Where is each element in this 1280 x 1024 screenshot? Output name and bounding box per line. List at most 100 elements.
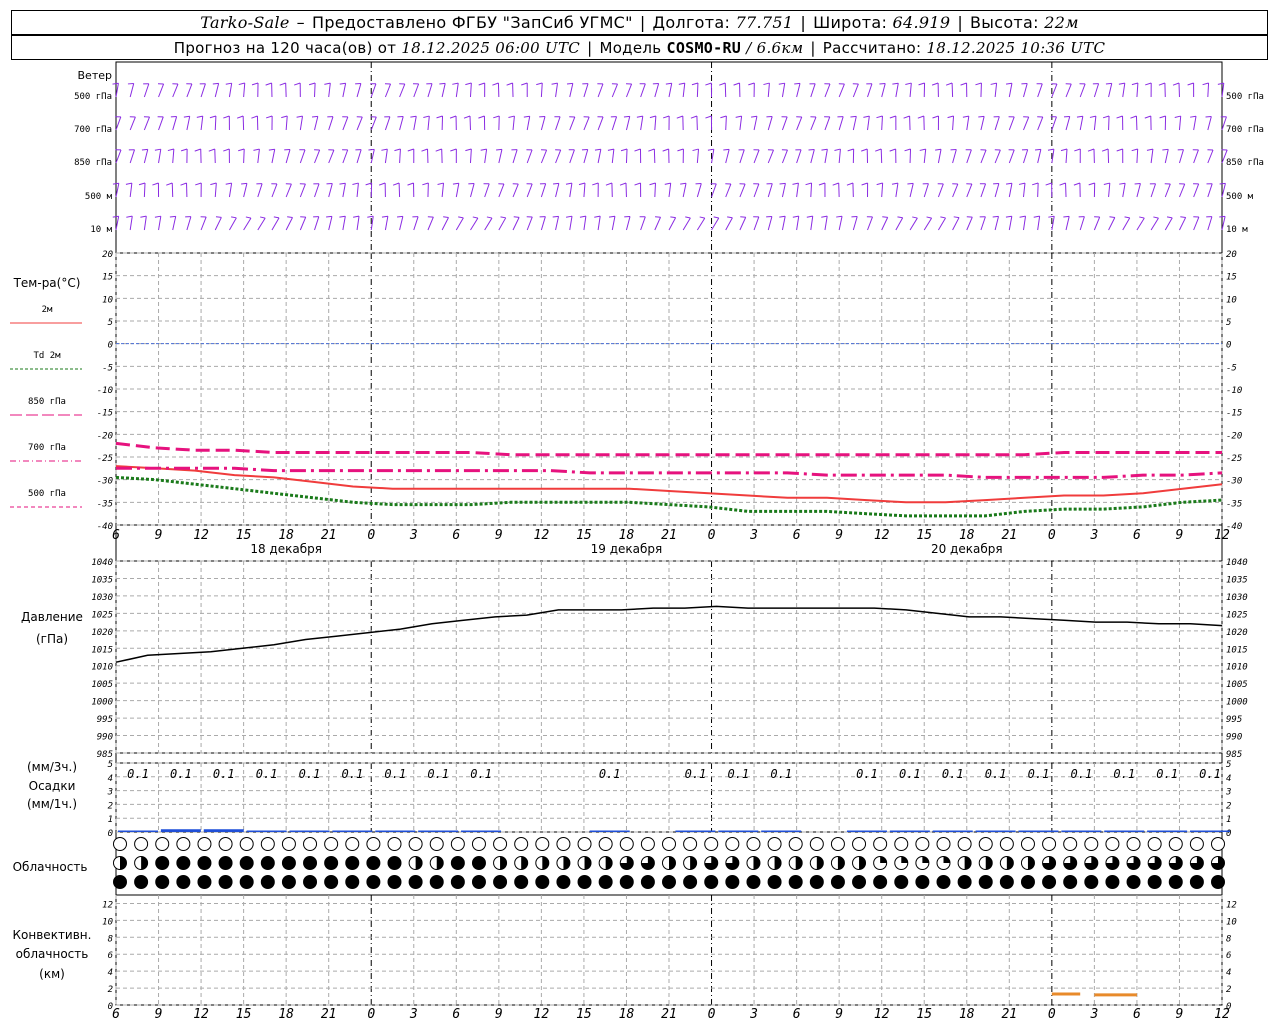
hour-label: 18 <box>959 1007 975 1022</box>
wind-barb-flag <box>918 82 925 86</box>
wind-level-right: 10 м <box>1226 225 1248 235</box>
wind-barb <box>895 183 899 198</box>
cloud-fill <box>500 856 507 870</box>
wind-barb-flag <box>352 182 359 185</box>
cloud-fill <box>1042 875 1056 889</box>
wind-barb-flag <box>1219 215 1226 218</box>
wind-barb <box>271 183 278 198</box>
wind-barb <box>1093 116 1097 131</box>
wind-barb-flag <box>1102 115 1110 119</box>
cloud-fill <box>1021 875 1035 889</box>
cloud-symbol <box>281 837 296 851</box>
hour-label: 15 <box>916 1007 932 1022</box>
wind-barb-flag <box>912 216 918 219</box>
wind-barb <box>583 116 590 131</box>
wind-barb <box>966 216 973 231</box>
temp-legend-label: 850 гПа <box>28 397 66 407</box>
wind-barb-flag <box>1005 182 1013 185</box>
cloud-fill <box>345 856 359 870</box>
wind-barb-flag <box>806 215 813 218</box>
pressure-tick-left: 995 <box>97 715 113 725</box>
cloud-fill <box>979 875 993 889</box>
wind-barb-flag <box>1131 82 1139 86</box>
wind-barb <box>583 216 587 231</box>
wind-barb-flag <box>253 148 260 151</box>
wind-barb-flag <box>619 182 627 186</box>
wind-barb <box>881 83 886 98</box>
precip-title: Осадки <box>29 779 76 793</box>
wind-barb-flag <box>932 115 939 119</box>
wind-barb <box>1037 149 1042 164</box>
temp-tick-left: -5 <box>102 363 113 373</box>
wind-barb <box>129 83 135 98</box>
precip-bar <box>461 830 502 832</box>
temp-legend-label: 700 гПа <box>28 443 66 453</box>
wind-barb <box>952 115 955 131</box>
wind-barb <box>299 216 307 231</box>
wind-barb <box>753 183 760 198</box>
hour-label: 18 <box>278 1007 294 1022</box>
cloud-fill <box>1190 875 1204 889</box>
hour-label: 12 <box>874 528 890 543</box>
cloud-fill <box>155 875 169 889</box>
wind-barb-flag <box>1088 182 1095 186</box>
wind-barb <box>186 116 191 131</box>
wind-barb-flag <box>496 148 502 151</box>
wind-barb <box>739 149 745 164</box>
wind-barb <box>1008 149 1015 164</box>
hour-label: 0 <box>708 1007 716 1022</box>
wind-barb-flag <box>279 82 286 86</box>
pressure-tick-left: 1040 <box>91 558 113 568</box>
wind-barb <box>796 149 802 164</box>
wind-barb-flag <box>183 115 190 118</box>
hour-label: 6 <box>452 528 460 543</box>
cloud-fill <box>704 875 718 889</box>
wind-barb-flag <box>649 115 657 119</box>
wind-barb <box>158 83 165 98</box>
cloud-fill <box>345 875 359 889</box>
precip-value: 0.1 <box>127 767 149 781</box>
cloud-fill <box>282 875 296 889</box>
wind-barb <box>1164 183 1171 198</box>
wind-barb <box>753 216 760 231</box>
conv-title: облачность <box>16 947 89 961</box>
wind-barb <box>1093 83 1100 98</box>
precip-tick-right: 3 <box>1225 788 1231 798</box>
wind-barb-flag <box>231 216 237 219</box>
wind-barb-flag <box>324 82 331 85</box>
cloud-fill <box>831 875 845 889</box>
cloud-fill <box>451 856 465 870</box>
wind-barb-flag <box>579 215 586 218</box>
wind-barb <box>399 216 404 231</box>
wind-level-right: 700 гПа <box>1226 125 1264 135</box>
cloud-symbol <box>450 837 465 851</box>
temp-tick-right: -10 <box>1226 386 1242 396</box>
cloud-symbol <box>1189 837 1204 851</box>
hour-label: 12 <box>534 1007 550 1022</box>
hour-label: 0 <box>708 528 716 543</box>
wind-barb <box>413 116 417 131</box>
wind-barb-flag <box>940 216 946 219</box>
wind-barb-flag <box>449 115 457 119</box>
wind-barb <box>767 149 774 164</box>
cloud-fill <box>1000 875 1014 889</box>
temp-tick-right: 15 <box>1226 273 1237 283</box>
wind-barb-flag <box>251 115 258 119</box>
wind-barb <box>512 149 518 164</box>
wind-barb-flag <box>778 82 785 85</box>
wind-barb-flag <box>861 182 868 186</box>
precip-value: 0.1 <box>1156 767 1178 781</box>
cloud-fill <box>620 875 634 889</box>
cloud-fill <box>535 875 549 889</box>
wind-barb-flag <box>1166 216 1173 219</box>
wind-barb <box>328 183 333 198</box>
wind-barb-flag <box>1101 148 1109 152</box>
wind-barb-flag <box>478 115 485 119</box>
wind-barb <box>767 83 770 98</box>
wind-barb-flag <box>225 82 232 85</box>
wind-barb <box>228 83 233 98</box>
wind-barb-flag <box>281 115 288 119</box>
pressure-tick-left: 1010 <box>91 663 113 673</box>
cloud-fill <box>690 856 697 870</box>
wind-barb-flag <box>166 182 173 186</box>
